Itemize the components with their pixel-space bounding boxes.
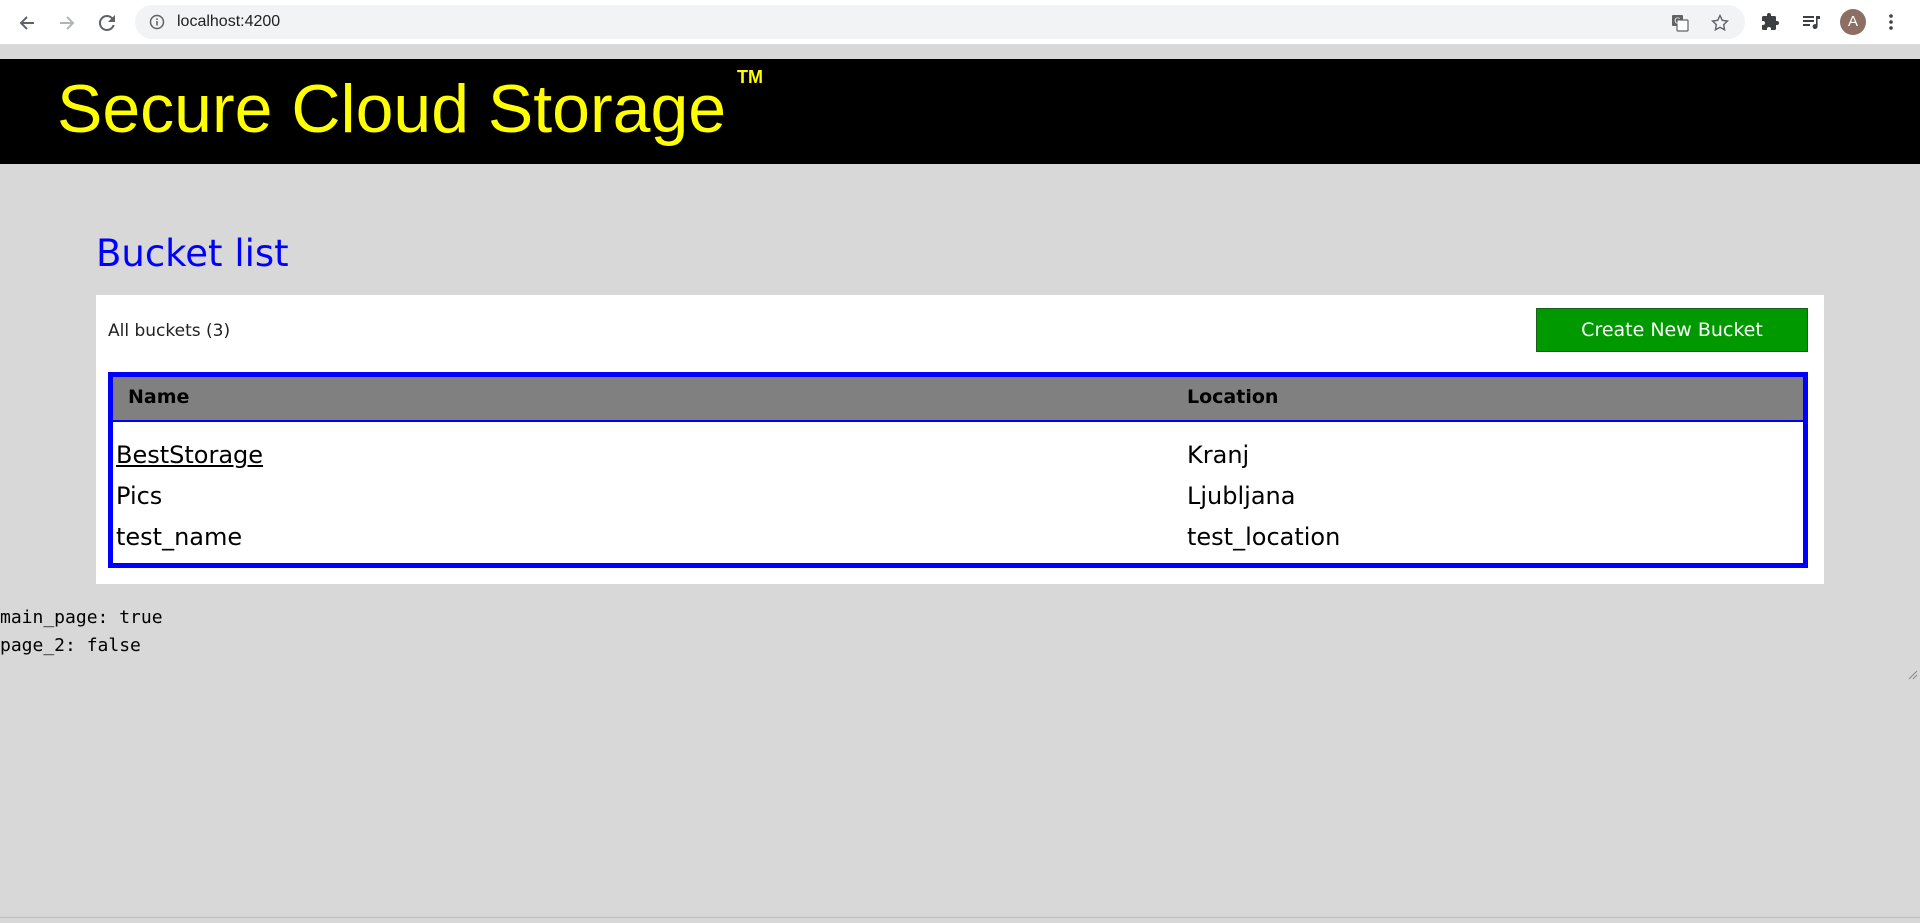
bucket-panel: All buckets (3) Create New Bucket Name L… xyxy=(96,295,1824,584)
extensions-icon[interactable] xyxy=(1760,11,1782,33)
forward-arrow-icon[interactable] xyxy=(54,10,80,36)
browser-toolbar: localhost:4200 G A xyxy=(0,0,1920,45)
info-icon[interactable] xyxy=(149,14,165,30)
bottom-divider xyxy=(0,917,1920,918)
table-header: Name Location xyxy=(113,377,1803,422)
more-vert-icon[interactable] xyxy=(1880,11,1902,33)
bucket-location: Kranj xyxy=(1187,441,1250,469)
bucket-name: Pics xyxy=(116,482,163,510)
bucket-name-link[interactable]: BestStorage xyxy=(116,441,263,469)
bucket-table: Name Location BestStorage Kranj Pics Lju… xyxy=(108,372,1808,568)
bucket-location: test_location xyxy=(1187,523,1341,551)
back-arrow-icon[interactable] xyxy=(14,10,40,36)
debug-output: main_page: true page_2: false xyxy=(0,604,163,660)
svg-text:G: G xyxy=(1674,17,1680,26)
star-icon[interactable] xyxy=(1711,14,1729,32)
reload-icon[interactable] xyxy=(94,10,120,36)
page-title: Bucket list xyxy=(96,232,289,275)
address-bar[interactable]: localhost:4200 G xyxy=(135,5,1745,39)
profile-avatar[interactable]: A xyxy=(1840,9,1866,35)
url-text: localhost:4200 xyxy=(177,13,281,30)
debug-line-page-2: page_2: false xyxy=(0,635,141,656)
column-header-name: Name xyxy=(128,386,190,408)
bucket-count-label: All buckets (3) xyxy=(108,321,231,341)
resize-handle-icon[interactable] xyxy=(1906,665,1918,680)
trademark-mark: TM xyxy=(737,67,763,87)
translate-icon[interactable]: G xyxy=(1671,14,1689,32)
app-title: Secure Cloud Storage xyxy=(57,71,727,147)
column-header-location: Location xyxy=(1187,386,1279,408)
create-bucket-button[interactable]: Create New Bucket xyxy=(1536,308,1808,352)
app-header: Secure Cloud Storage TM xyxy=(0,59,1920,164)
bucket-location: Ljubljana xyxy=(1187,482,1296,510)
bucket-name: test_name xyxy=(116,523,243,551)
debug-line-main-page: main_page: true xyxy=(0,607,163,628)
media-control-icon[interactable] xyxy=(1800,11,1822,33)
